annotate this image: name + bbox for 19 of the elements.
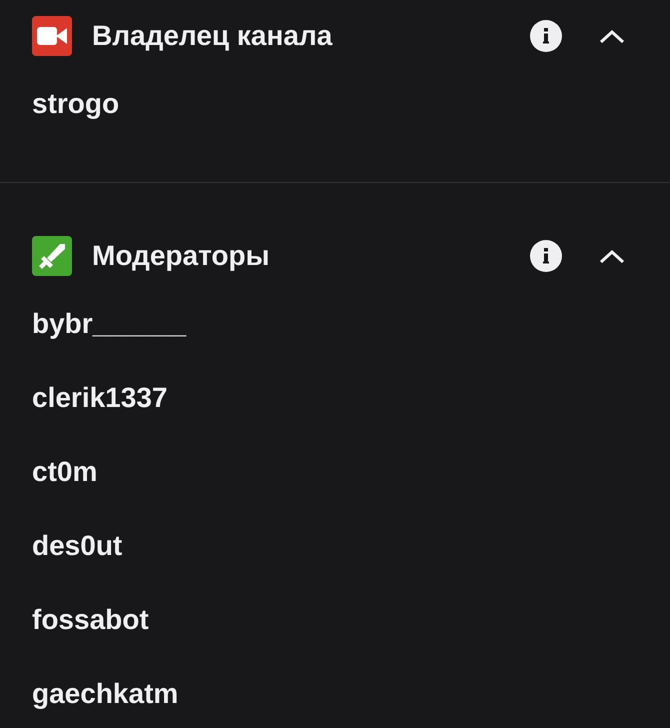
username[interactable]: gaechkatm [32, 677, 178, 711]
video-camera-icon [32, 16, 72, 56]
username[interactable]: ct0m [32, 455, 98, 489]
info-icon [530, 20, 562, 52]
section-title: Модераторы [92, 239, 270, 273]
info-icon [530, 240, 562, 272]
username[interactable]: strogo [32, 87, 120, 121]
info-button[interactable] [530, 240, 562, 272]
username[interactable]: bybr______ [32, 307, 186, 341]
chevron-up-icon [599, 28, 625, 44]
sword-icon [32, 236, 72, 276]
collapse-button[interactable] [598, 247, 626, 265]
info-button[interactable] [530, 20, 562, 52]
username[interactable]: clerik1337 [32, 381, 168, 415]
section-title: Владелец канала [92, 19, 332, 53]
chevron-up-icon [599, 248, 625, 264]
collapse-button[interactable] [598, 27, 626, 45]
username[interactable]: des0ut [32, 529, 122, 563]
username[interactable]: fossabot [32, 603, 149, 637]
